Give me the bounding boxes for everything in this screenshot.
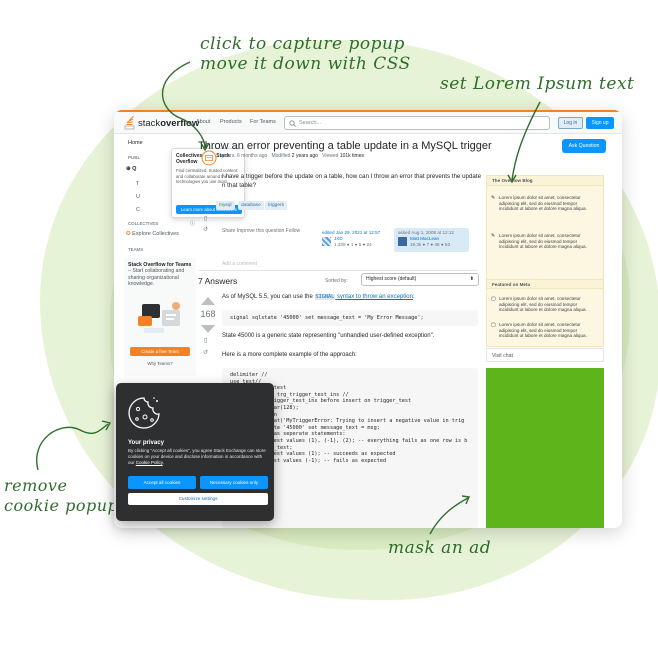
arrow-lorem xyxy=(511,101,541,181)
arrow-ad xyxy=(429,497,469,535)
arrow-popup xyxy=(161,61,206,149)
annotation-arrows xyxy=(35,61,541,535)
arrow-cookie xyxy=(35,423,109,471)
